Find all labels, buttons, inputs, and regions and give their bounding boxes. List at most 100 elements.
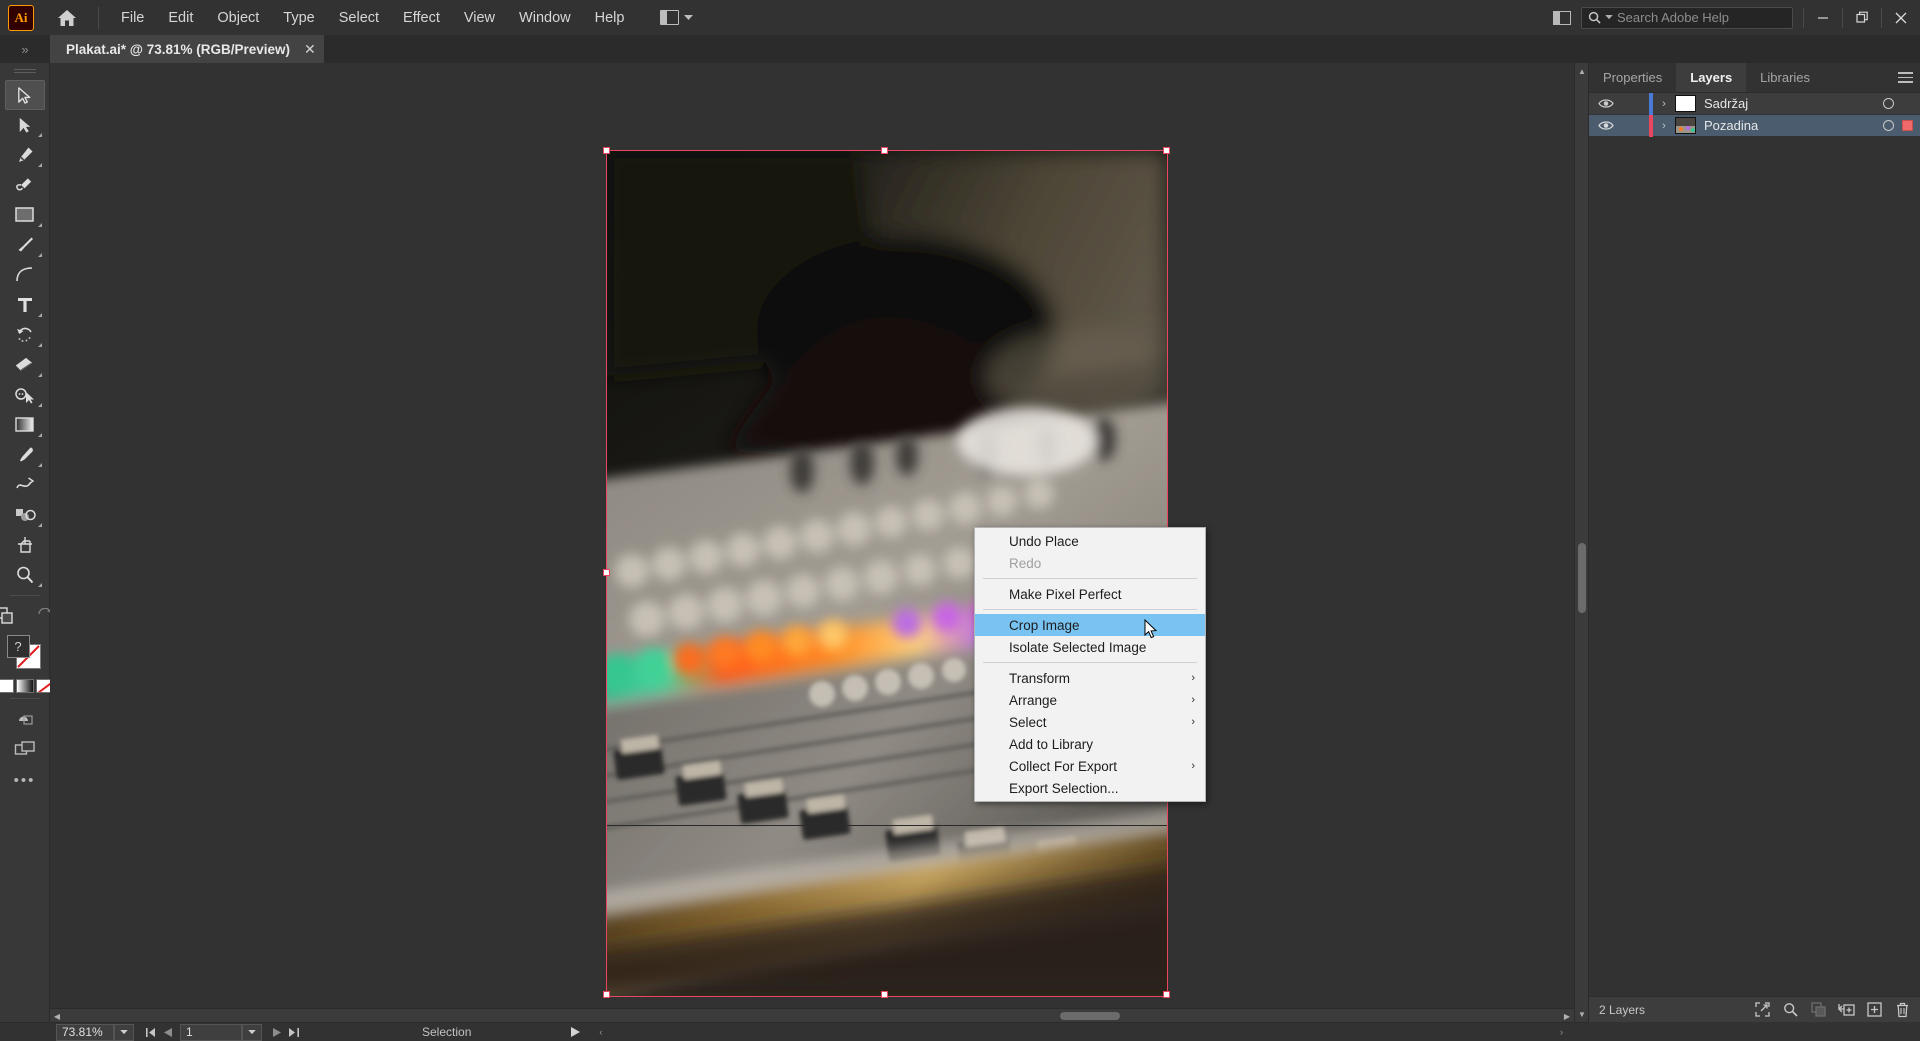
tool-drawing-mode-toggle[interactable] — [5, 704, 45, 734]
tool-arc[interactable] — [5, 260, 45, 290]
tool-paintbrush[interactable] — [5, 230, 45, 260]
artboard-dropdown-button[interactable] — [242, 1023, 262, 1041]
context-menu-item-make-pixel-perfect[interactable]: Make Pixel Perfect — [975, 583, 1205, 605]
tab-properties[interactable]: Properties — [1589, 63, 1676, 92]
layer-target-indicator[interactable] — [1883, 98, 1894, 109]
scroll-left-icon[interactable]: ◀ — [50, 1009, 64, 1023]
menu-effect[interactable]: Effect — [391, 0, 452, 35]
context-menu-item-crop-image[interactable]: Crop Image — [975, 614, 1205, 636]
document-tab-close-icon[interactable]: ✕ — [304, 42, 316, 56]
color-mode-color-icon[interactable] — [0, 679, 14, 693]
layer-row-sadrzaj[interactable]: › Sadržaj — [1589, 92, 1920, 115]
previous-artboard-button[interactable] — [159, 1024, 176, 1041]
arrange-documents-button[interactable] — [654, 5, 699, 31]
tool-eraser[interactable] — [5, 350, 45, 380]
edit-toolbar-button[interactable]: ••• — [14, 772, 36, 789]
menu-select[interactable]: Select — [327, 0, 391, 35]
context-menu-item-add-to-library[interactable]: Add to Library — [975, 733, 1205, 755]
layer-row-pozadina[interactable]: › Pozadina — [1589, 114, 1920, 137]
make-clipping-mask-button[interactable] — [1805, 998, 1831, 1022]
tool-gradient[interactable] — [5, 410, 45, 440]
fill-stroke-swatches[interactable]: ? — [5, 633, 45, 673]
context-menu-item-collect-for-export[interactable]: Collect For Export › — [975, 755, 1205, 777]
layer-visibility-toggle[interactable] — [1589, 98, 1623, 109]
collapse-tabs-button[interactable]: » — [0, 35, 50, 63]
menu-object[interactable]: Object — [205, 0, 271, 35]
create-new-layer-button[interactable] — [1861, 998, 1887, 1022]
close-button[interactable] — [1882, 0, 1920, 35]
home-button[interactable] — [50, 1, 84, 35]
context-menu-item-undo-place[interactable]: Undo Place — [975, 530, 1205, 552]
menu-view[interactable]: View — [452, 0, 507, 35]
context-menu[interactable]: Undo Place Redo Make Pixel Perfect Crop … — [974, 527, 1206, 802]
status-prev-button[interactable]: ‹ — [592, 1024, 609, 1041]
tool-rotate[interactable] — [5, 320, 45, 350]
layer-expand-twisty[interactable]: › — [1653, 120, 1675, 132]
context-menu-item-arrange[interactable]: Arrange › — [975, 689, 1205, 711]
status-next-button[interactable]: › — [1553, 1024, 1570, 1041]
layer-target-indicator[interactable] — [1883, 120, 1894, 131]
menu-window[interactable]: Window — [507, 0, 583, 35]
layer-selection-swatch[interactable] — [1902, 98, 1913, 109]
tool-eyedropper[interactable] — [5, 440, 45, 470]
layer-selection-swatch[interactable] — [1902, 120, 1913, 131]
canvas-horizontal-scrollbar[interactable]: ◀ ▶ — [50, 1008, 1574, 1022]
tool-blend[interactable] — [5, 470, 45, 500]
menu-help[interactable]: Help — [583, 0, 637, 35]
layer-visibility-toggle[interactable] — [1589, 120, 1623, 131]
tool-symbol-sprayer[interactable] — [5, 500, 45, 530]
scroll-right-icon[interactable]: ▶ — [1560, 1009, 1574, 1023]
tool-direct-selection[interactable] — [5, 110, 45, 140]
search-input[interactable]: Search Adobe Help — [1617, 10, 1729, 25]
search-adobe-help[interactable]: Search Adobe Help — [1581, 6, 1793, 29]
menu-edit[interactable]: Edit — [156, 0, 205, 35]
layer-thumbnail[interactable] — [1675, 117, 1696, 134]
create-new-sublayer-button[interactable] — [1833, 998, 1859, 1022]
context-menu-item-select[interactable]: Select › — [975, 711, 1205, 733]
tool-curvature[interactable] — [5, 170, 45, 200]
tool-artboard[interactable] — [5, 530, 45, 560]
tool-selection[interactable] — [4, 80, 45, 110]
document-tab[interactable]: Plakat.ai* @ 73.81% (RGB/Preview) ✕ — [50, 35, 325, 63]
tool-screen-mode[interactable] — [5, 734, 45, 764]
search-layers-button[interactable] — [1777, 998, 1803, 1022]
layer-thumbnail[interactable] — [1675, 95, 1696, 112]
tool-shape-builder[interactable] — [5, 380, 45, 410]
canvas-vscroll-thumb[interactable] — [1578, 543, 1586, 613]
tool-pen[interactable] — [5, 140, 45, 170]
context-menu-item-transform[interactable]: Transform › — [975, 667, 1205, 689]
maximize-restore-button[interactable] — [1843, 0, 1881, 35]
fill-swatch[interactable]: ? — [6, 635, 30, 658]
toggle-panels-button[interactable] — [1547, 6, 1577, 30]
first-artboard-button[interactable] — [142, 1024, 159, 1041]
context-menu-item-isolate-selected-image[interactable]: Isolate Selected Image — [975, 636, 1205, 658]
next-artboard-button[interactable] — [268, 1024, 285, 1041]
last-artboard-button[interactable] — [285, 1024, 302, 1041]
tab-libraries[interactable]: Libraries — [1746, 63, 1824, 92]
artboard-number-field[interactable]: 1 — [180, 1023, 242, 1041]
minimize-button[interactable] — [1804, 0, 1842, 35]
canvas-hscroll-thumb[interactable] — [1060, 1012, 1120, 1020]
canvas-area[interactable]: ▲ ▼ — [50, 63, 1588, 1022]
tool-type[interactable] — [5, 290, 45, 320]
canvas-vertical-scrollbar[interactable]: ▲ ▼ — [1574, 63, 1588, 1022]
context-menu-item-export-selection[interactable]: Export Selection... — [975, 777, 1205, 799]
color-mode-swatches[interactable] — [0, 679, 54, 693]
status-menu-button[interactable] — [567, 1024, 584, 1041]
layer-name-label[interactable]: Pozadina — [1704, 118, 1883, 133]
tab-layers[interactable]: Layers — [1676, 63, 1747, 92]
scroll-up-icon[interactable]: ▲ — [1575, 63, 1588, 79]
menu-type[interactable]: Type — [271, 0, 326, 35]
menu-file[interactable]: File — [109, 0, 156, 35]
scroll-down-icon[interactable]: ▼ — [1575, 1006, 1588, 1022]
zoom-level-field[interactable]: 73.81% — [56, 1023, 114, 1041]
layer-expand-twisty[interactable]: › — [1653, 98, 1675, 110]
search-chevron-down-icon[interactable] — [1605, 15, 1613, 20]
tool-zoom[interactable] — [5, 560, 45, 590]
locate-object-button[interactable] — [1749, 998, 1775, 1022]
tools-panel-grip[interactable] — [12, 66, 38, 76]
tool-rectangle[interactable] — [5, 200, 45, 230]
layer-name-label[interactable]: Sadržaj — [1704, 96, 1883, 111]
panel-options-button[interactable] — [1890, 63, 1920, 92]
zoom-dropdown-button[interactable] — [114, 1023, 134, 1041]
